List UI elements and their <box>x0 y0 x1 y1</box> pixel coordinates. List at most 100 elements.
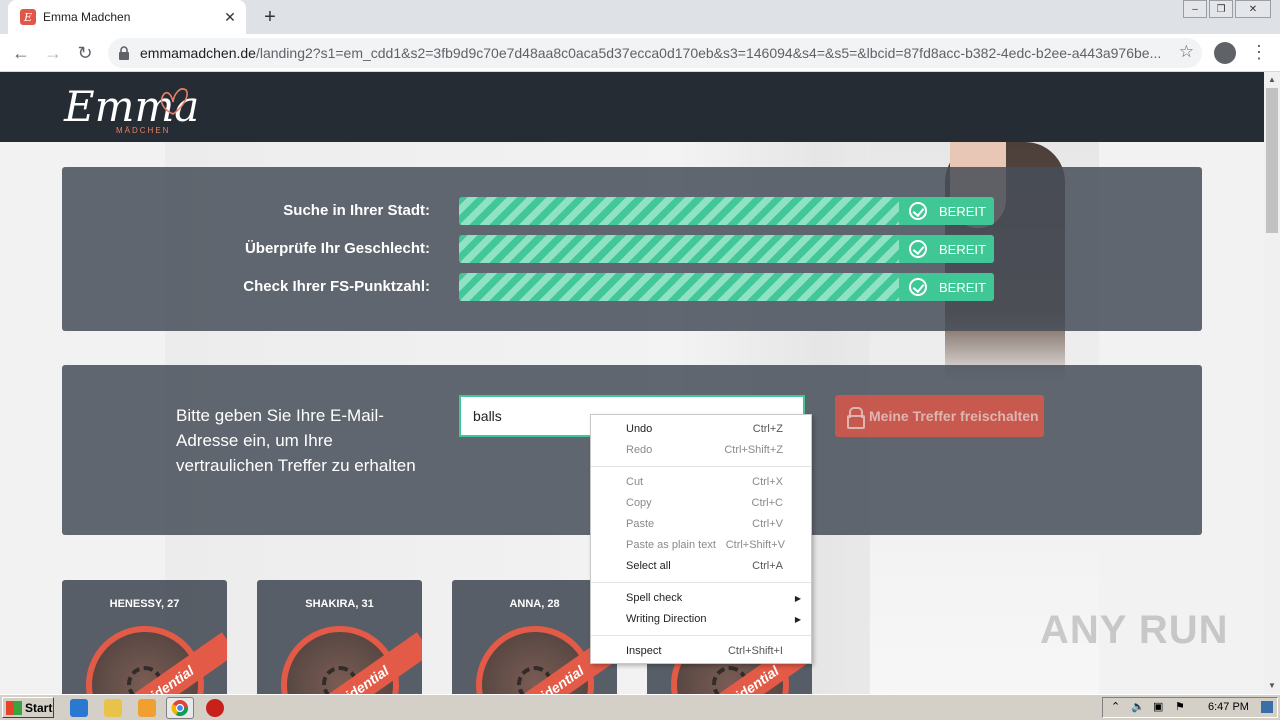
ctx-separator <box>591 466 811 467</box>
network-icon[interactable]: ▣ <box>1153 700 1163 713</box>
anyrun-watermark: ANY RUN <box>1040 608 1229 652</box>
progress-status: BEREIT <box>899 235 994 263</box>
page-scrollbar[interactable]: ▲ ▼ <box>1264 72 1280 694</box>
ctx-label: Inspect <box>626 645 662 657</box>
media-player-icon[interactable] <box>138 699 156 717</box>
ctx-shortcut: Ctrl+V <box>752 518 783 530</box>
status-text: BEREIT <box>939 279 986 295</box>
ctx-select-all[interactable]: Select all Ctrl+A <box>591 556 811 577</box>
url-host: emmamadchen.de <box>140 45 256 61</box>
chrome-taskbar-button[interactable] <box>166 697 194 719</box>
unlock-button-label: Meine Treffer freischalten <box>869 408 1039 424</box>
check-circle-icon <box>909 278 927 296</box>
back-arrow-icon[interactable]: ← <box>8 40 34 66</box>
warning-app-icon[interactable] <box>206 699 224 717</box>
ctx-paste-plain[interactable]: Paste as plain text Ctrl+Shift+V <box>591 535 811 556</box>
volume-icon[interactable]: 🔈 <box>1131 700 1145 713</box>
progress-bar: BEREIT <box>459 197 994 225</box>
scroll-up-icon[interactable]: ▲ <box>1264 72 1280 88</box>
explorer-folder-icon[interactable] <box>104 699 122 717</box>
ctx-label: Spell check <box>626 592 683 604</box>
browser-tab[interactable]: E Emma Madchen ✕ <box>8 0 246 34</box>
clock[interactable]: 6:47 PM <box>1208 701 1249 713</box>
ctx-label: Cut <box>626 476 644 488</box>
windows-logo-icon <box>6 700 22 715</box>
ctx-shortcut: Ctrl+C <box>751 497 783 509</box>
address-bar[interactable]: emmamadchen.de/landing2?s1=em_cdd1&s2=3f… <box>108 38 1202 68</box>
browser-toolbar: ← → ↻ emmamadchen.de/landing2?s1=em_cdd1… <box>0 34 1280 72</box>
browser-menu-icon[interactable]: ⋮ <box>1250 42 1268 64</box>
submenu-arrow-icon: ▶ <box>794 615 801 624</box>
ctx-label: Undo <box>626 423 653 435</box>
ctx-shortcut: Ctrl+Z <box>752 423 783 435</box>
ie-icon[interactable] <box>70 699 88 717</box>
logo-subtitle: MÄDCHEN <box>116 126 171 135</box>
email-prompt: Bitte geben Sie Ihre E-Mail-Adresse ein,… <box>176 406 416 475</box>
forward-arrow-icon[interactable]: → <box>40 40 66 66</box>
progress-status: BEREIT <box>899 197 994 225</box>
start-button[interactable]: Start <box>2 697 54 718</box>
check-circle-icon <box>909 202 927 220</box>
progress-bar: BEREIT <box>459 235 994 263</box>
browser-tabbar: E Emma Madchen ✕ + – ❐ ✕ <box>0 0 1280 34</box>
ctx-label: Select all <box>626 560 671 572</box>
ctx-spell-check[interactable]: Spell check ▶ <box>591 588 811 609</box>
ctx-label: Copy <box>626 497 652 509</box>
show-desktop-icon[interactable] <box>1261 701 1273 713</box>
progress-status: BEREIT <box>899 273 994 301</box>
ctx-cut[interactable]: Cut Ctrl+X <box>591 472 811 493</box>
bookmark-star-icon[interactable]: ☆ <box>1179 42 1194 62</box>
ctx-label: Writing Direction <box>626 613 707 625</box>
system-tray: ⌃ 🔈 ▣ ⚑ 6:47 PM <box>1102 697 1278 718</box>
start-label: Start <box>25 700 53 715</box>
new-tab-icon[interactable]: + <box>258 5 282 29</box>
tab-title: Emma Madchen <box>43 10 131 24</box>
butterfly-icon <box>160 88 188 115</box>
ctx-inspect[interactable]: Inspect Ctrl+Shift+I <box>591 641 811 662</box>
padlock-icon <box>847 407 865 429</box>
ctx-shortcut: Ctrl+Shift+I <box>727 645 783 657</box>
scroll-down-icon[interactable]: ▼ <box>1264 678 1280 694</box>
tray-expand-icon[interactable]: ⌃ <box>1111 700 1120 713</box>
ctx-shortcut: Ctrl+X <box>752 476 783 488</box>
status-text: BEREIT <box>939 241 986 257</box>
check-circle-icon <box>909 240 927 258</box>
check-label: Überprüfe Ihr Geschlecht: <box>244 240 430 257</box>
ctx-writing-direction[interactable]: Writing Direction ▶ <box>591 609 811 630</box>
ctx-label: Redo <box>626 444 653 456</box>
site-favicon-icon: E <box>20 9 36 25</box>
reload-icon[interactable]: ↻ <box>72 40 98 66</box>
ctx-redo[interactable]: Redo Ctrl+Shift+Z <box>591 440 811 461</box>
check-row: Suche in Ihrer Stadt: BEREIT <box>62 197 1202 225</box>
close-tab-icon[interactable]: ✕ <box>220 7 240 27</box>
flag-icon[interactable]: ⚑ <box>1175 700 1185 713</box>
status-text: BEREIT <box>939 203 986 219</box>
unlock-matches-button[interactable]: Meine Treffer freischalten <box>835 395 1044 437</box>
site-header: Emma MÄDCHEN <box>0 72 1264 142</box>
windows-taskbar: Start ⌃ 🔈 ▣ ⚑ 6:47 PM <box>0 694 1280 720</box>
checks-panel: Suche in Ihrer Stadt: BEREIT Überprüfe I… <box>62 167 1202 331</box>
minimize-window-button[interactable]: – <box>1183 0 1207 18</box>
scroll-thumb[interactable] <box>1266 88 1278 233</box>
ctx-separator <box>591 582 811 583</box>
check-label: Suche in Ihrer Stadt: <box>283 202 430 219</box>
ctx-shortcut: Ctrl+Shift+V <box>725 539 785 551</box>
ctx-label: Paste as plain text <box>626 539 716 551</box>
context-menu: Undo Ctrl+Z Redo Ctrl+Shift+Z Cut Ctrl+X Co… <box>590 414 812 664</box>
ctx-shortcut: Ctrl+Shift+Z <box>724 444 783 456</box>
site-logo[interactable]: Emma MÄDCHEN <box>64 82 199 138</box>
profile-card[interactable]: SHAKIRA, 31 idential <box>257 580 422 694</box>
close-window-button[interactable]: ✕ <box>1235 0 1271 18</box>
restore-window-button[interactable]: ❐ <box>1209 0 1233 18</box>
url-path: /landing2?s1=em_cdd1&s2=3fb9d9c70e7d48aa… <box>255 45 1160 61</box>
ctx-separator <box>591 635 811 636</box>
check-label: Check Ihrer FS-Punktzahl: <box>243 278 430 295</box>
url-text: emmamadchen.de/landing2?s1=em_cdd1&s2=3f… <box>140 45 1160 61</box>
profile-card[interactable]: HENESSY, 27 idential <box>62 580 227 694</box>
progress-bar: BEREIT <box>459 273 994 301</box>
ctx-undo[interactable]: Undo Ctrl+Z <box>591 419 811 440</box>
ctx-paste[interactable]: Paste Ctrl+V <box>591 514 811 535</box>
ctx-copy[interactable]: Copy Ctrl+C <box>591 493 811 514</box>
profile-avatar-icon[interactable] <box>1214 42 1236 64</box>
check-row: Überprüfe Ihr Geschlecht: BEREIT <box>62 235 1202 263</box>
